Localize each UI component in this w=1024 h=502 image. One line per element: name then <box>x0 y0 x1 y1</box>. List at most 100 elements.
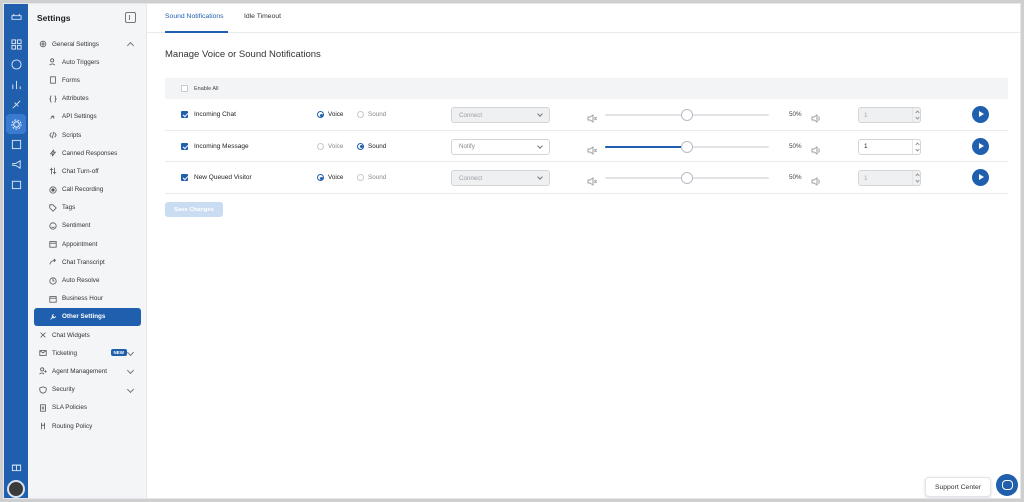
volume-mute-icon[interactable] <box>587 142 597 155</box>
new-badge: NEW <box>110 349 127 357</box>
widget-icon <box>38 331 47 340</box>
sound-select[interactable]: Notify <box>451 138 550 155</box>
gift-icon[interactable] <box>9 459 23 473</box>
save-changes-button[interactable]: Save Changes <box>165 202 223 217</box>
sidebar-item-scripts[interactable]: Scripts <box>28 126 147 144</box>
volume-percent: 50% <box>789 142 802 150</box>
stepper-arrows[interactable] <box>912 108 920 122</box>
sidebar-item-security[interactable]: Security <box>28 381 147 399</box>
megaphone-icon[interactable] <box>9 157 23 171</box>
sidebar-item-label: Auto Resolve <box>62 277 100 285</box>
gear-icon <box>38 40 47 49</box>
sidebar-item-forms[interactable]: Forms <box>28 71 147 89</box>
settings-icon[interactable] <box>6 114 26 134</box>
analytics-icon[interactable] <box>9 77 23 91</box>
shield-icon <box>38 385 47 394</box>
voice-radio[interactable]: Voice <box>317 142 343 150</box>
sidebar-item-label: Attributes <box>62 95 89 103</box>
sidebar-item-call-recording[interactable]: Call Recording <box>28 181 147 199</box>
row-checkbox[interactable] <box>181 111 188 118</box>
repeat-stepper[interactable]: 1 <box>858 138 921 155</box>
sidebar-item-attributes[interactable]: Attributes <box>28 90 147 108</box>
stepper-arrows[interactable] <box>912 171 920 185</box>
collapse-sidebar-icon[interactable] <box>125 12 136 23</box>
row-name: Incoming Chat <box>181 111 236 118</box>
chevron-down-icon <box>537 111 543 117</box>
enable-all-checkbox[interactable] <box>181 85 188 92</box>
tab-sound-notifications[interactable]: Sound Notifications <box>165 13 224 20</box>
sidebar-item-label: SLA Policies <box>52 404 88 412</box>
contacts-icon[interactable] <box>9 137 23 151</box>
tag-icon <box>48 203 57 212</box>
repeat-stepper[interactable]: 1 <box>858 107 921 123</box>
volume-slider[interactable] <box>605 172 769 184</box>
route-icon <box>38 422 47 431</box>
sidebar-item-api-settings[interactable]: API Settings <box>28 108 147 126</box>
volume-slider[interactable] <box>605 109 769 121</box>
bolt-icon <box>48 149 57 158</box>
volume-up-icon[interactable] <box>811 173 821 186</box>
voice-select[interactable]: Connect <box>451 170 550 186</box>
sidebar-item-appointment[interactable]: Appointment <box>28 235 147 253</box>
sidebar-item-label: Security <box>52 386 75 394</box>
sound-label: Sound <box>368 174 387 181</box>
enable-all-label: Enable All <box>194 85 219 92</box>
plugin-icon[interactable] <box>9 97 23 111</box>
voice-radio[interactable]: Voice <box>317 174 343 181</box>
table-row: New Queued Visitor Voice Sound Connect 5… <box>165 162 1008 194</box>
volume-up-icon[interactable] <box>811 110 821 123</box>
sidebar-item-other-settings[interactable]: Other Settings <box>34 307 141 326</box>
sidebar-item-chat-turn-off[interactable]: Chat Turn-off <box>28 162 147 180</box>
chat-icon[interactable] <box>9 57 23 71</box>
row-checkbox[interactable] <box>181 142 188 150</box>
calendar-icon[interactable] <box>9 177 23 191</box>
tab-idle-timeout[interactable]: Idle Timeout <box>244 13 281 20</box>
sidebar-item-routing-policy[interactable]: Routing Policy <box>28 417 147 435</box>
sound-radio[interactable]: Sound <box>357 174 386 181</box>
row-name: New Queued Visitor <box>181 174 252 181</box>
sidebar-item-chat-widgets[interactable]: Chat Widgets <box>28 326 147 344</box>
volume-up-icon[interactable] <box>811 142 821 155</box>
volume-knob[interactable] <box>681 140 693 153</box>
volume-knob[interactable] <box>681 172 693 184</box>
sidebar-item-auto-triggers[interactable]: Auto Triggers <box>28 53 147 71</box>
sidebar-item-agent-management[interactable]: Agent Management <box>28 362 147 380</box>
play-button[interactable] <box>972 137 989 155</box>
sidebar-item-label: Agent Management <box>52 367 107 375</box>
row-checkbox[interactable] <box>181 174 188 181</box>
stepper-arrows[interactable] <box>912 139 920 154</box>
sidebar-item-ticketing[interactable]: Ticketing NEW <box>28 344 147 362</box>
avatar[interactable] <box>7 480 25 498</box>
sidebar-item-sentiment[interactable]: Sentiment <box>28 217 147 235</box>
volume-percent: 50% <box>789 111 802 118</box>
sidebar-item-chat-transcript[interactable]: Chat Transcript <box>28 253 147 271</box>
sidebar-item-business-hour[interactable]: Business Hour <box>28 290 147 308</box>
volume-mute-icon[interactable] <box>587 110 597 123</box>
chevron-down-icon <box>126 367 135 375</box>
voice-radio[interactable]: Voice <box>317 111 343 118</box>
play-button[interactable] <box>972 106 989 123</box>
voice-select[interactable]: Connect <box>451 107 550 123</box>
sound-radio[interactable]: Sound <box>357 111 386 118</box>
volume-slider[interactable] <box>605 140 769 153</box>
volume-mute-icon[interactable] <box>587 173 597 186</box>
sidebar-item-sla-policies[interactable]: SLA Policies <box>28 399 147 417</box>
page-title: Manage Voice or Sound Notifications <box>165 49 321 60</box>
sidebar-item-tags[interactable]: Tags <box>28 199 147 217</box>
braces-icon <box>48 94 57 103</box>
table-row: Incoming Chat Voice Sound Connect 50% 1 <box>165 99 1008 131</box>
sidebar-item-general-settings[interactable]: General Settings <box>28 35 147 53</box>
chat-launcher-button[interactable] <box>996 474 1018 496</box>
volume-knob[interactable] <box>681 109 693 121</box>
active-tab-indicator <box>165 31 228 33</box>
sidebar-item-label: Chat Transcript <box>62 258 105 266</box>
sidebar-item-auto-resolve[interactable]: Auto Resolve <box>28 271 147 289</box>
support-center-button[interactable]: Support Center <box>925 477 991 497</box>
play-button[interactable] <box>972 169 989 186</box>
sound-radio[interactable]: Sound <box>357 142 386 150</box>
tab-bar: Sound Notifications Idle Timeout <box>147 4 1020 33</box>
repeat-stepper[interactable]: 1 <box>858 170 921 186</box>
sidebar-item-canned-responses[interactable]: Canned Responses <box>28 144 147 162</box>
forward-icon <box>48 258 57 267</box>
dashboard-icon[interactable] <box>9 37 23 51</box>
